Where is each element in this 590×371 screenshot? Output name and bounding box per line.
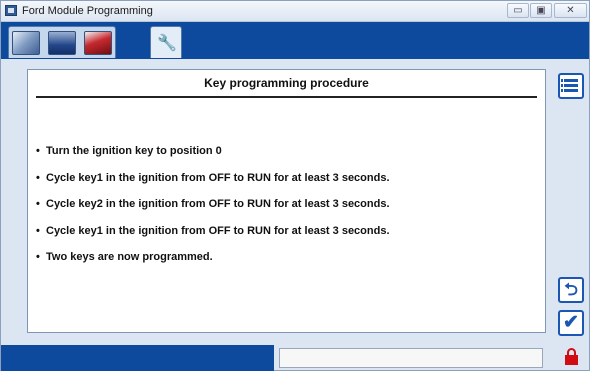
confirm-button[interactable]: ✔ xyxy=(558,310,584,336)
list-item: • Two keys are now programmed. xyxy=(36,251,213,263)
return-arrow-icon: ⮌ xyxy=(564,280,578,299)
panel-title: Key programming procedure xyxy=(204,76,369,90)
step-text: Turn the ignition key to position 0 xyxy=(46,145,222,157)
app-window: Ford Module Programming ▭ ▣ ✕ 🔧 Key prog… xyxy=(0,0,590,371)
wrench-icon: 🔧 xyxy=(157,35,177,52)
vehicle-icon[interactable] xyxy=(48,31,76,55)
title-bar: Ford Module Programming ▭ ▣ ✕ xyxy=(1,1,589,22)
tool-kit-icon[interactable] xyxy=(84,31,112,55)
minimize-button[interactable]: ▭ xyxy=(507,3,529,18)
back-button[interactable]: ⮌ xyxy=(558,277,584,303)
module-icon[interactable] xyxy=(12,31,40,55)
tab-bar: 🔧 xyxy=(1,22,589,59)
procedure-panel: Key programming procedure • Turn the igni… xyxy=(27,69,546,333)
step-text: Cycle key1 in the ignition from OFF to R… xyxy=(46,224,390,237)
steps-list: • Turn the ignition key to position 0 • Cy… xyxy=(36,144,390,277)
step-text: Cycle key1 in the ignition from OFF to R… xyxy=(46,171,390,184)
status-field xyxy=(279,348,543,368)
step-text: Cycle key2 in the ignition from OFF to R… xyxy=(46,198,390,210)
maximize-button[interactable]: ▣ xyxy=(530,3,552,18)
checkmark-icon: ✔ xyxy=(563,312,579,333)
list-view-button[interactable] xyxy=(558,73,584,99)
list-item: • Turn the ignition key to position 0 xyxy=(36,145,222,157)
list-item: • Cycle key1 in the ignition from OFF to … xyxy=(36,171,390,184)
close-button[interactable]: ✕ xyxy=(554,3,587,18)
list-item: • Cycle key2 in the ignition from OFF to … xyxy=(36,198,390,210)
window-title: Ford Module Programming xyxy=(22,5,153,17)
tab-service-functions[interactable]: 🔧 xyxy=(150,26,182,58)
lock-indicator xyxy=(558,345,587,369)
title-divider xyxy=(36,96,537,98)
tab-group-modules xyxy=(8,26,116,58)
status-bar-blue xyxy=(1,345,274,371)
app-icon xyxy=(5,5,17,16)
step-text: Two keys are now programmed. xyxy=(46,251,213,263)
list-item: • Cycle key1 in the ignition from OFF to … xyxy=(36,224,390,237)
